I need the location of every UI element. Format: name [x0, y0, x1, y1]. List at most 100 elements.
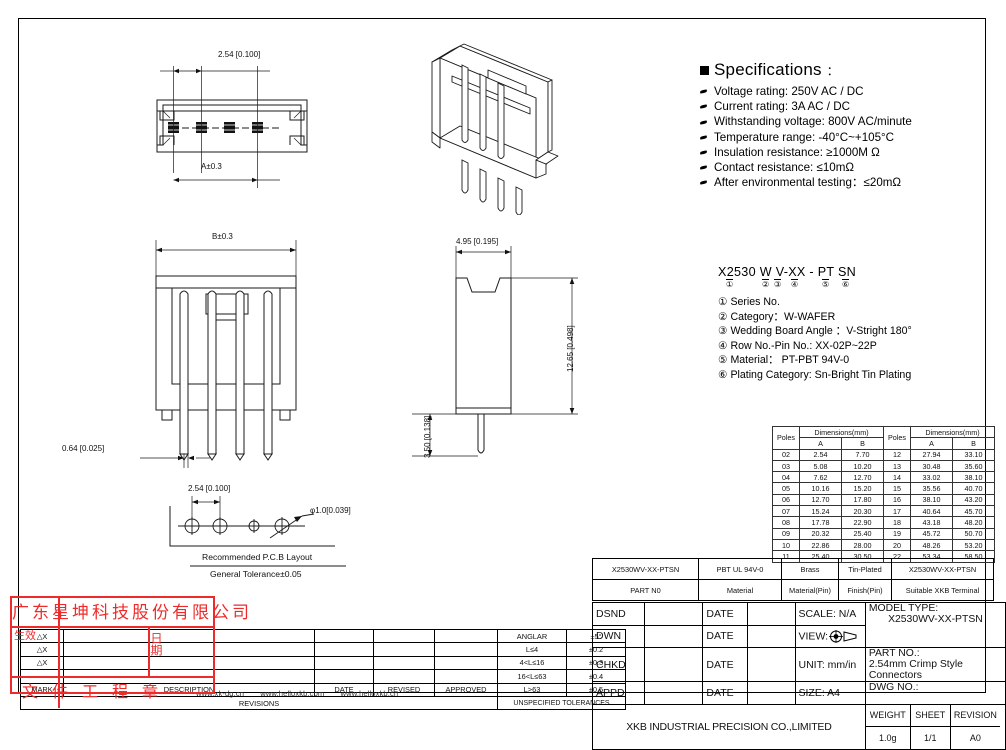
date-value-dwn[interactable]	[747, 624, 796, 648]
tolerance-value: ±0.4	[566, 669, 626, 684]
date-value-appd[interactable]	[747, 681, 796, 705]
header-dimensions-left: Dimensions(mm)	[799, 425, 884, 439]
cell-poles: 09	[772, 527, 800, 540]
front-view-pin-width-dim: 0.64 [0.025]	[62, 444, 105, 453]
cell-b: 7.70	[841, 448, 884, 461]
top-view-drawing: 2.54 [0.100] A±0.3	[130, 48, 360, 213]
revision-date[interactable]	[314, 655, 374, 671]
revision-description[interactable]	[63, 655, 315, 671]
title-row-appd: APPD DATE SIZE: A4 DWG NO.:	[591, 681, 1006, 705]
cell-poles: 02	[772, 448, 800, 461]
revision-approved[interactable]	[434, 642, 498, 657]
revision-value: A0	[969, 732, 981, 743]
revision-description[interactable]	[63, 628, 315, 644]
cell-a: 7.62	[799, 471, 842, 484]
model-type-label: MODEL TYPE:	[868, 603, 939, 614]
specifications-list: Voltage rating: 250V AC / DC Current rat…	[700, 84, 990, 190]
specifications-title-colon: ：	[826, 63, 839, 78]
revision-revised[interactable]	[373, 628, 435, 644]
cell-b: 28.00	[841, 538, 884, 552]
front-view-width-dim: B±0.3	[212, 232, 233, 241]
tolerance-value: ±0.5	[566, 682, 626, 697]
table-header-row: Poles Dimensions(mm) Poles Dimensions(mm…	[772, 425, 995, 450]
tolerance-value: ±5°	[566, 628, 626, 644]
cell-b: 33.10	[952, 448, 995, 461]
tolerance-value: ±0.2	[566, 642, 626, 657]
date-value-chkd[interactable]	[747, 647, 796, 682]
unit-label: UNIT: mm/in	[794, 647, 866, 682]
list-item: Voltage rating: 250V AC / DC	[700, 84, 990, 99]
revision-row: △X ANGLAR ±5°	[20, 628, 626, 644]
diamond-bullet-icon	[700, 179, 709, 186]
date-label-appd: DATE	[702, 681, 749, 705]
cell-a: 38.10	[910, 493, 953, 507]
top-view-width-dim: A±0.3	[201, 162, 222, 171]
header-b-right: B	[952, 437, 995, 450]
role-appd-name[interactable]	[644, 681, 704, 705]
revision-revised[interactable]	[373, 669, 435, 684]
role-chkd-name[interactable]	[644, 647, 704, 682]
cell-a: 43.18	[910, 516, 953, 529]
stamp-date-text: 日期	[149, 632, 163, 656]
revision-revised[interactable]	[373, 655, 435, 671]
header-a-left: A	[799, 437, 842, 450]
revision-description[interactable]	[63, 642, 315, 657]
cell-a: 12.70	[799, 493, 842, 507]
cell-b: 17.80	[841, 493, 884, 507]
role-dsnd: DSND	[591, 602, 646, 626]
cell-poles: 03	[772, 459, 800, 473]
revision-date[interactable]	[314, 642, 374, 657]
specifications-title-text: Specifications	[714, 60, 822, 79]
date-value-dsnd[interactable]	[747, 602, 796, 626]
pcb-hole-dim: φ1.0[0.039]	[310, 506, 351, 515]
side-view-tail-length-dim: 3.50 [0.138]	[423, 415, 432, 458]
cell-b: 35.60	[952, 459, 995, 473]
diamond-bullet-icon	[700, 119, 709, 126]
mark-5: ⑤	[822, 279, 830, 289]
spec-text: Withstanding voltage: 800V AC/minute	[714, 115, 912, 129]
part-number-legend: ① Series No. ② Category：W-WAFER ③ Weddin…	[718, 295, 993, 383]
pcb-pitch-dim: 2.54 [0.100]	[188, 484, 231, 493]
suitable-terminal-value: X2530WV-XX-PTSN	[891, 558, 994, 580]
role-dsnd-name[interactable]	[644, 602, 704, 626]
pcb-layout-caption: Recommended P.C.B Layout	[202, 552, 313, 562]
scale-label: SCALE: N/A	[794, 602, 866, 626]
cell-poles: 10	[772, 538, 800, 552]
drawing-sheet: 2.54 [0.100] A±0.3 B±0.3 0.64 [0.025] 4.…	[0, 0, 1006, 750]
revision-approved[interactable]	[434, 628, 498, 644]
isometric-view-drawing	[418, 40, 608, 215]
tolerance-value: ±0.3	[566, 655, 626, 671]
part-no-cell: PART NO.: 2.54mm Crimp Style Connectors	[864, 647, 1006, 682]
pcb-layout-tolerance: General Tolerance±0.05	[210, 569, 302, 579]
revision-revised[interactable]	[373, 642, 435, 657]
url-2[interactable]: www.helloxkb.com	[260, 689, 324, 698]
url-1[interactable]: www.xk-dg.cn	[196, 689, 244, 698]
header-a-right: A	[910, 437, 953, 450]
list-item: Withstanding voltage: 800V AC/minute	[700, 114, 990, 129]
tolerance-range: L≤4	[497, 642, 567, 657]
table-row: 06 12.70 17.80 16 38.10 43.20	[772, 493, 995, 507]
stamp-company-name: 广东星坤科技股份有限公司	[12, 603, 252, 622]
cell-b: 38.10	[952, 471, 995, 484]
mark-1: ①	[726, 279, 734, 289]
revision-date[interactable]	[314, 669, 374, 684]
revision-approved[interactable]	[434, 669, 498, 684]
table-row: 04 7.62 12.70 14 33.02 38.10	[772, 471, 995, 484]
tolerance-range: ANGLAR	[497, 628, 567, 644]
spec-text: Voltage rating: 250V AC / DC	[714, 85, 864, 98]
website-urls: www.xk-dg.cn www.helloxkb.com www.hellox…	[196, 689, 412, 698]
role-dwn-name[interactable]	[644, 624, 704, 648]
stamp-doc-seal-text: 文件工程章	[22, 684, 173, 701]
material-pin-label: Material(Pin)	[781, 579, 839, 601]
revision-row: △X L≤4 ±0.2	[20, 642, 626, 657]
cell-b: 12.70	[841, 471, 884, 484]
revision-approved[interactable]	[434, 655, 498, 671]
top-view-pitch-dim: 2.54 [0.100]	[218, 50, 261, 59]
spec-text: Current rating: 3A AC / DC	[714, 100, 850, 114]
url-3[interactable]: www.helloxkb.cn	[341, 689, 399, 698]
revision-date[interactable]	[314, 628, 374, 644]
view-cell: VIEW:	[794, 624, 866, 648]
first-angle-projection-icon	[828, 629, 858, 643]
part-number-marks: ① ② ③ ④ ⑤ ⑥	[718, 279, 993, 290]
cell-b: 45.70	[952, 505, 995, 518]
